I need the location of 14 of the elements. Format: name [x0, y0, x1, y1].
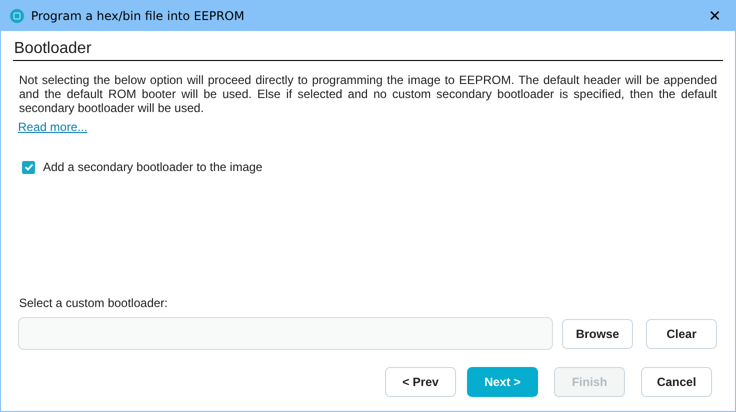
checkbox[interactable] — [22, 160, 35, 174]
app-icon — [10, 8, 24, 22]
bootloader-path-field[interactable] — [18, 317, 553, 350]
action-button[interactable]: Browse — [562, 318, 633, 348]
description-text: Not selecting the below option will proceed directly to programming the image to EEPROM. The default header will be appended and the default ROM booter will be used. Else if selected and no custom secondary bootloader is specified, then the default secondary bootloader will be used. — [19, 73, 717, 115]
section-heading: Bootloader — [13, 40, 723, 61]
checkbox-label: Add a secondary bootloader to the image — [43, 160, 262, 174]
field-label: Select a custom bootloader: — [19, 296, 169, 310]
window-title: Program a hex/bin file into EEPROM — [31, 8, 244, 22]
wizard-button[interactable]: Cancel — [641, 367, 712, 397]
wizard-button[interactable]: < Prev — [385, 367, 456, 397]
close-button[interactable]: ✕ — [695, 0, 735, 30]
action-button[interactable]: Clear — [646, 318, 717, 348]
read-more-link[interactable]: Read more... — [18, 120, 88, 134]
